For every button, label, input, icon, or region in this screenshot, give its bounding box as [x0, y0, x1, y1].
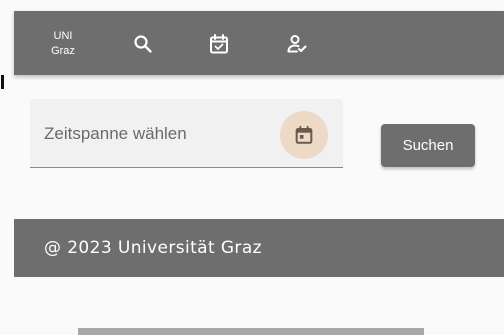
calendar-check-icon	[210, 34, 228, 54]
edge-marker	[1, 75, 4, 89]
date-picker-toggle[interactable]	[280, 111, 328, 159]
top-toolbar: UNI Graz	[14, 11, 504, 75]
search-button[interactable]: Suchen	[381, 124, 475, 167]
bottom-scroll-bar	[78, 328, 424, 335]
uni-graz-logo[interactable]: UNI Graz	[48, 29, 78, 59]
calendar-nav-button[interactable]	[206, 31, 232, 57]
search-nav-button[interactable]	[130, 31, 156, 57]
date-range-field[interactable]: Zeitspanne wählen	[30, 99, 343, 168]
copyright-text: @ 2023 Universität Graz	[44, 238, 262, 258]
date-range-placeholder: Zeitspanne wählen	[44, 124, 187, 143]
logo-line-uni: UNI	[53, 30, 73, 42]
footer: @ 2023 Universität Graz	[14, 219, 504, 277]
person-check-icon	[287, 35, 307, 53]
search-icon	[134, 35, 152, 53]
logo-line-graz: Graz	[51, 45, 75, 57]
calendar-icon	[295, 125, 313, 144]
person-check-nav-button[interactable]	[284, 31, 310, 57]
